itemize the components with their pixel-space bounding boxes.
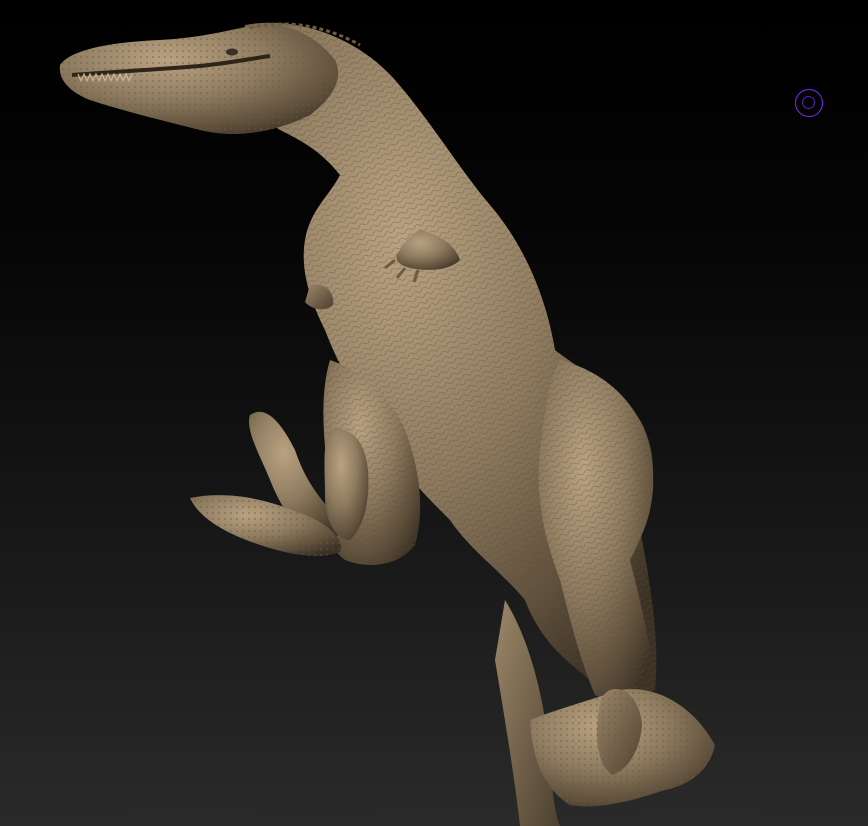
brush-cursor-icon — [795, 89, 823, 117]
sculpt-model[interactable] — [0, 0, 868, 826]
3d-viewport[interactable] — [0, 0, 868, 826]
